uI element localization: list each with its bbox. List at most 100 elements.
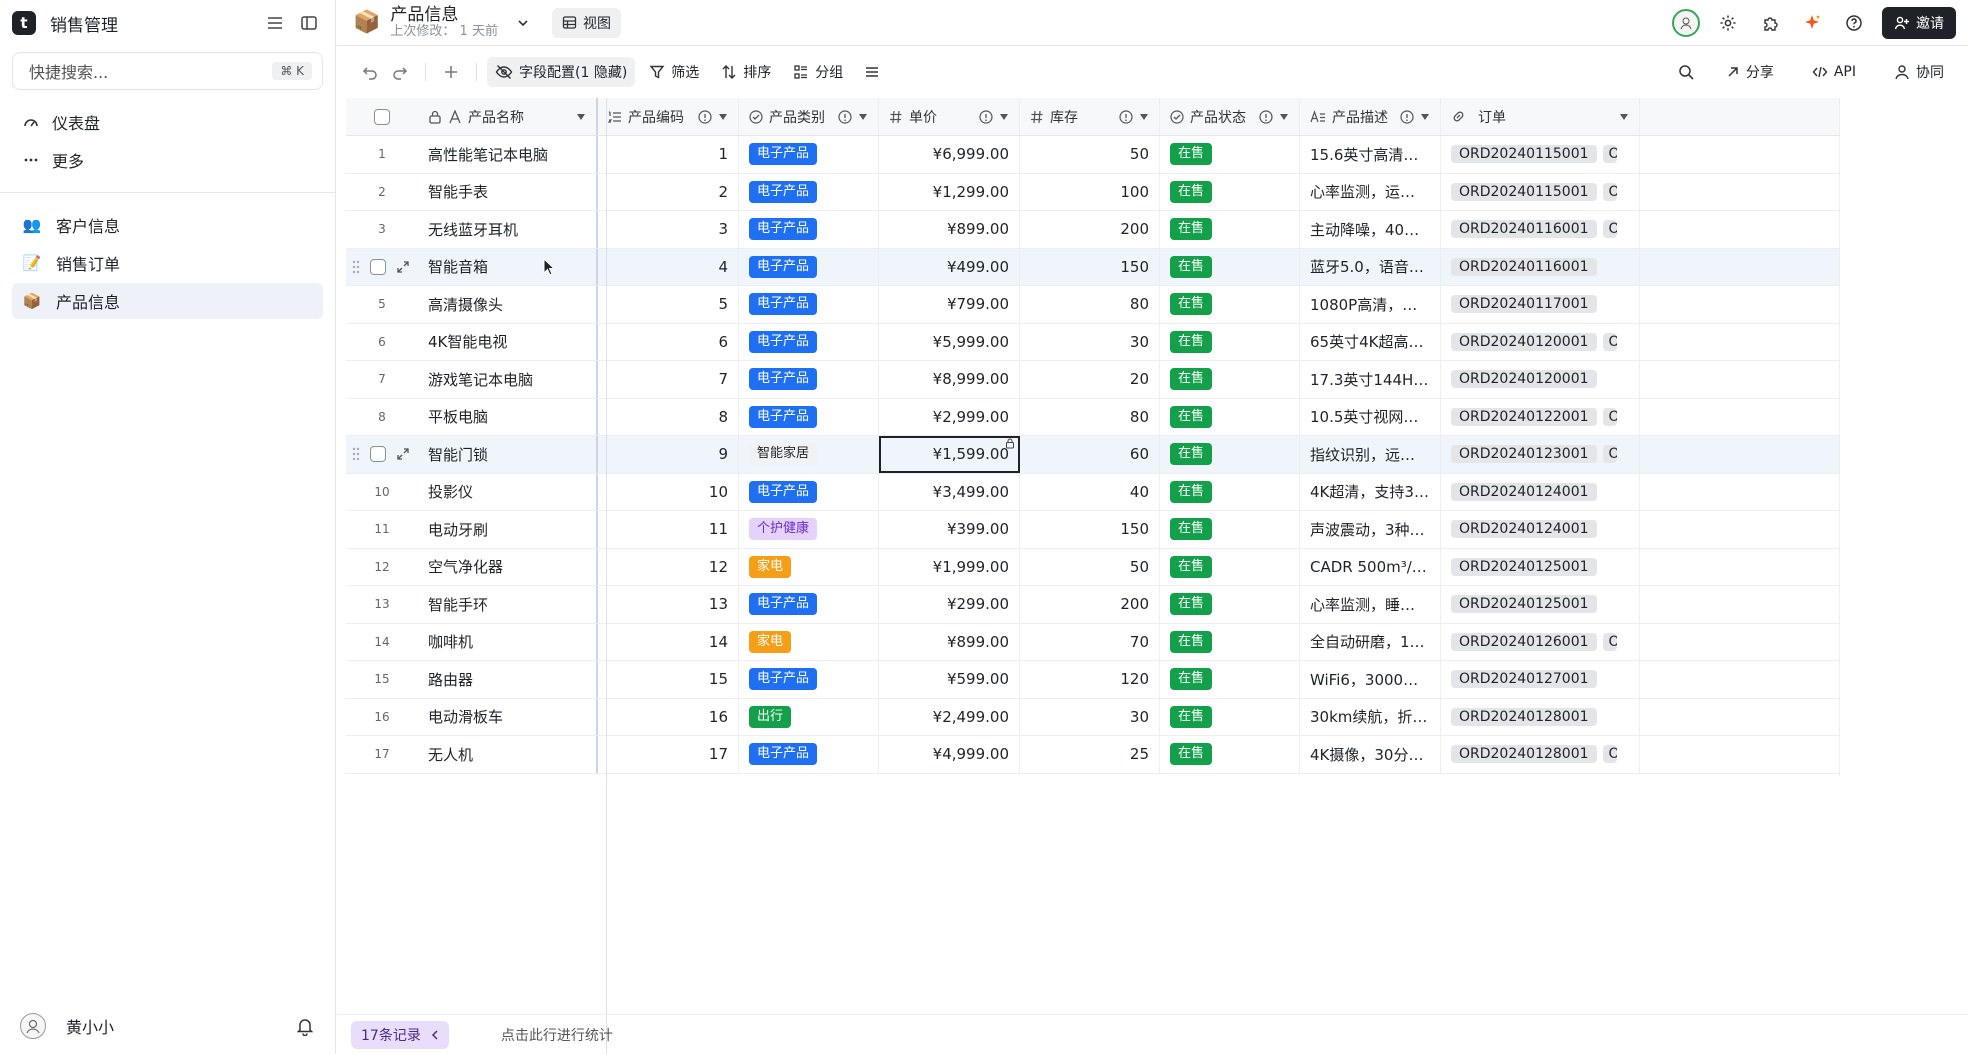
bell-icon[interactable] [295,1016,315,1036]
cell-category[interactable]: 电子产品 [739,736,879,773]
cell-orders[interactable]: ORD20240120001 [1441,361,1640,398]
cell-product-code[interactable]: 1 [598,136,739,173]
order-tag[interactable]: ORD20240123001 [1451,445,1597,464]
cell-description[interactable]: 10.5英寸视网膜屏，... [1300,398,1441,435]
cell-stock[interactable]: 100 [1020,173,1160,210]
cell-orders[interactable]: ORD20240116001 [1441,248,1640,285]
drag-handle-icon[interactable] [352,447,360,461]
cell-description[interactable]: 心率监测，睡眠分析... [1300,586,1441,623]
cell-price[interactable]: ¥1,599.00 [879,436,1020,473]
cell-category[interactable]: 电子产品 [739,323,879,360]
cell-price[interactable]: ¥499.00 [879,248,1020,285]
cell-product-name[interactable]: 空气净化器 [418,548,598,585]
plugin-puzzle-icon[interactable] [1756,9,1784,37]
cell-product-name[interactable]: 智能手表 [418,173,598,210]
table-row[interactable]: 5 高清摄像头 5 电子产品 ¥799.00 80 在售 1080P高清，自动对... ORD2… [346,286,1840,324]
column-header-status[interactable]: 产品状态 [1160,98,1300,135]
row-index-cell[interactable]: 5 [346,286,418,323]
column-header-stock[interactable]: 库存 [1020,98,1160,135]
expand-record-icon[interactable] [396,447,410,461]
filter-button[interactable]: 筛选 [641,57,707,87]
order-tag[interactable]: ORD20240124001 [1451,520,1597,539]
cell-price[interactable]: ¥8,999.00 [879,361,1020,398]
table-row[interactable]: 14 咖啡机 14 家电 ¥899.00 70 在售 全自动研磨，15Bar... ORD202… [346,623,1840,661]
frozen-column-divider[interactable] [606,98,607,1054]
cell-price[interactable]: ¥899.00 [879,623,1020,660]
row-index-cell[interactable]: 15 [346,661,418,698]
order-tag[interactable]: ORD20240124001 [1451,482,1597,501]
user-name[interactable]: 黄小小 [66,1014,295,1038]
cell-status[interactable]: 在售 [1160,211,1300,248]
cell-orders[interactable]: ORD20240115001 O [1441,173,1640,210]
help-icon[interactable] [1840,9,1868,37]
cell-status[interactable]: 在售 [1160,473,1300,510]
sidebar-table-customers[interactable]: 👥 客户信息 [12,207,323,243]
info-icon[interactable] [1259,109,1273,124]
cell-product-code[interactable]: 10 [598,473,739,510]
cell-description[interactable]: 15.6英寸高清屏幕，... [1300,136,1441,173]
caret-down-icon[interactable] [1279,113,1289,121]
cell-stock[interactable]: 20 [1020,361,1160,398]
cell-stock[interactable]: 30 [1020,698,1160,735]
caret-down-icon[interactable] [576,113,586,121]
cell-status[interactable]: 在售 [1160,248,1300,285]
cell-description[interactable]: WiFi6，3000Mbps... [1300,661,1441,698]
order-tag-overflow[interactable]: O [1602,145,1617,164]
table-row[interactable]: 3 无线蓝牙耳机 3 电子产品 ¥899.00 200 在售 主动降噪，40小时续... ORD… [346,211,1840,249]
cell-status[interactable]: 在售 [1160,286,1300,323]
cell-description[interactable]: CADR 500m³/h，智... [1300,548,1441,585]
table-row[interactable]: 17 无人机 17 电子产品 ¥4,999.00 25 在售 4K摄像，30分钟续... ORD… [346,736,1840,774]
cell-status[interactable]: 在售 [1160,586,1300,623]
cell-category[interactable]: 电子产品 [739,398,879,435]
cell-price[interactable]: ¥599.00 [879,661,1020,698]
cell-category[interactable]: 智能家居 [739,436,879,473]
field-config-button[interactable]: 字段配置(1 隐藏) [487,57,636,87]
cell-category[interactable]: 家电 [739,623,879,660]
order-tag[interactable]: ORD20240116001 [1451,257,1597,276]
cell-orders[interactable]: ORD20240124001 [1441,511,1640,548]
cell-product-code[interactable]: 3 [598,211,739,248]
row-index-cell[interactable]: 13 [346,586,418,623]
cell-category[interactable]: 电子产品 [739,211,879,248]
row-index-cell[interactable]: 12 [346,549,418,586]
cell-product-name[interactable]: 高性能笔记本电脑 [418,136,598,173]
cell-status[interactable]: 在售 [1160,173,1300,210]
cell-orders[interactable]: ORD20240128001 O [1441,736,1640,773]
column-header-price[interactable]: 单价 [879,98,1020,135]
cell-product-name[interactable]: 电动滑板车 [418,698,598,735]
cell-product-code[interactable]: 16 [598,698,739,735]
table-row[interactable]: 6 4K智能电视 6 电子产品 ¥5,999.00 30 在售 65英寸4K超高清，... OR… [346,323,1840,361]
cell-stock[interactable]: 150 [1020,248,1160,285]
sort-button[interactable]: 排序 [713,57,779,87]
cell-orders[interactable]: ORD20240116001 O [1441,211,1640,248]
order-tag-overflow[interactable]: O [1602,407,1617,426]
cell-product-code[interactable]: 8 [598,398,739,435]
gear-icon[interactable] [1714,9,1742,37]
column-header-name[interactable]: 产品名称 [418,98,598,135]
cell-orders[interactable]: ORD20240115001 O [1441,136,1640,173]
cell-product-name[interactable]: 投影仪 [418,473,598,510]
cell-price[interactable]: ¥399.00 [879,511,1020,548]
cell-category[interactable]: 电子产品 [739,586,879,623]
cell-status[interactable]: 在售 [1160,436,1300,473]
table-title[interactable]: 产品信息 [390,6,498,25]
cell-status[interactable]: 在售 [1160,736,1300,773]
order-tag-overflow[interactable]: O [1602,632,1617,651]
cell-price[interactable]: ¥2,999.00 [879,398,1020,435]
cell-status[interactable]: 在售 [1160,661,1300,698]
cell-product-name[interactable]: 咖啡机 [418,623,598,660]
cell-description[interactable]: 4K超清，支持3D，... [1300,473,1441,510]
cell-category[interactable]: 电子产品 [739,136,879,173]
cell-status[interactable]: 在售 [1160,361,1300,398]
cell-stock[interactable]: 200 [1020,586,1160,623]
caret-down-icon[interactable] [1139,113,1149,121]
cell-status[interactable]: 在售 [1160,323,1300,360]
cell-category[interactable]: 出行 [739,698,879,735]
order-tag-overflow[interactable]: O [1602,182,1617,201]
cell-product-code[interactable]: 11 [598,511,739,548]
order-tag[interactable]: ORD20240125001 [1451,557,1597,576]
order-tag[interactable]: ORD20240127001 [1451,670,1597,689]
cell-price[interactable]: ¥2,499.00 [879,698,1020,735]
toggle-sidebar-icon[interactable] [295,9,323,37]
cell-product-code[interactable]: 13 [598,586,739,623]
